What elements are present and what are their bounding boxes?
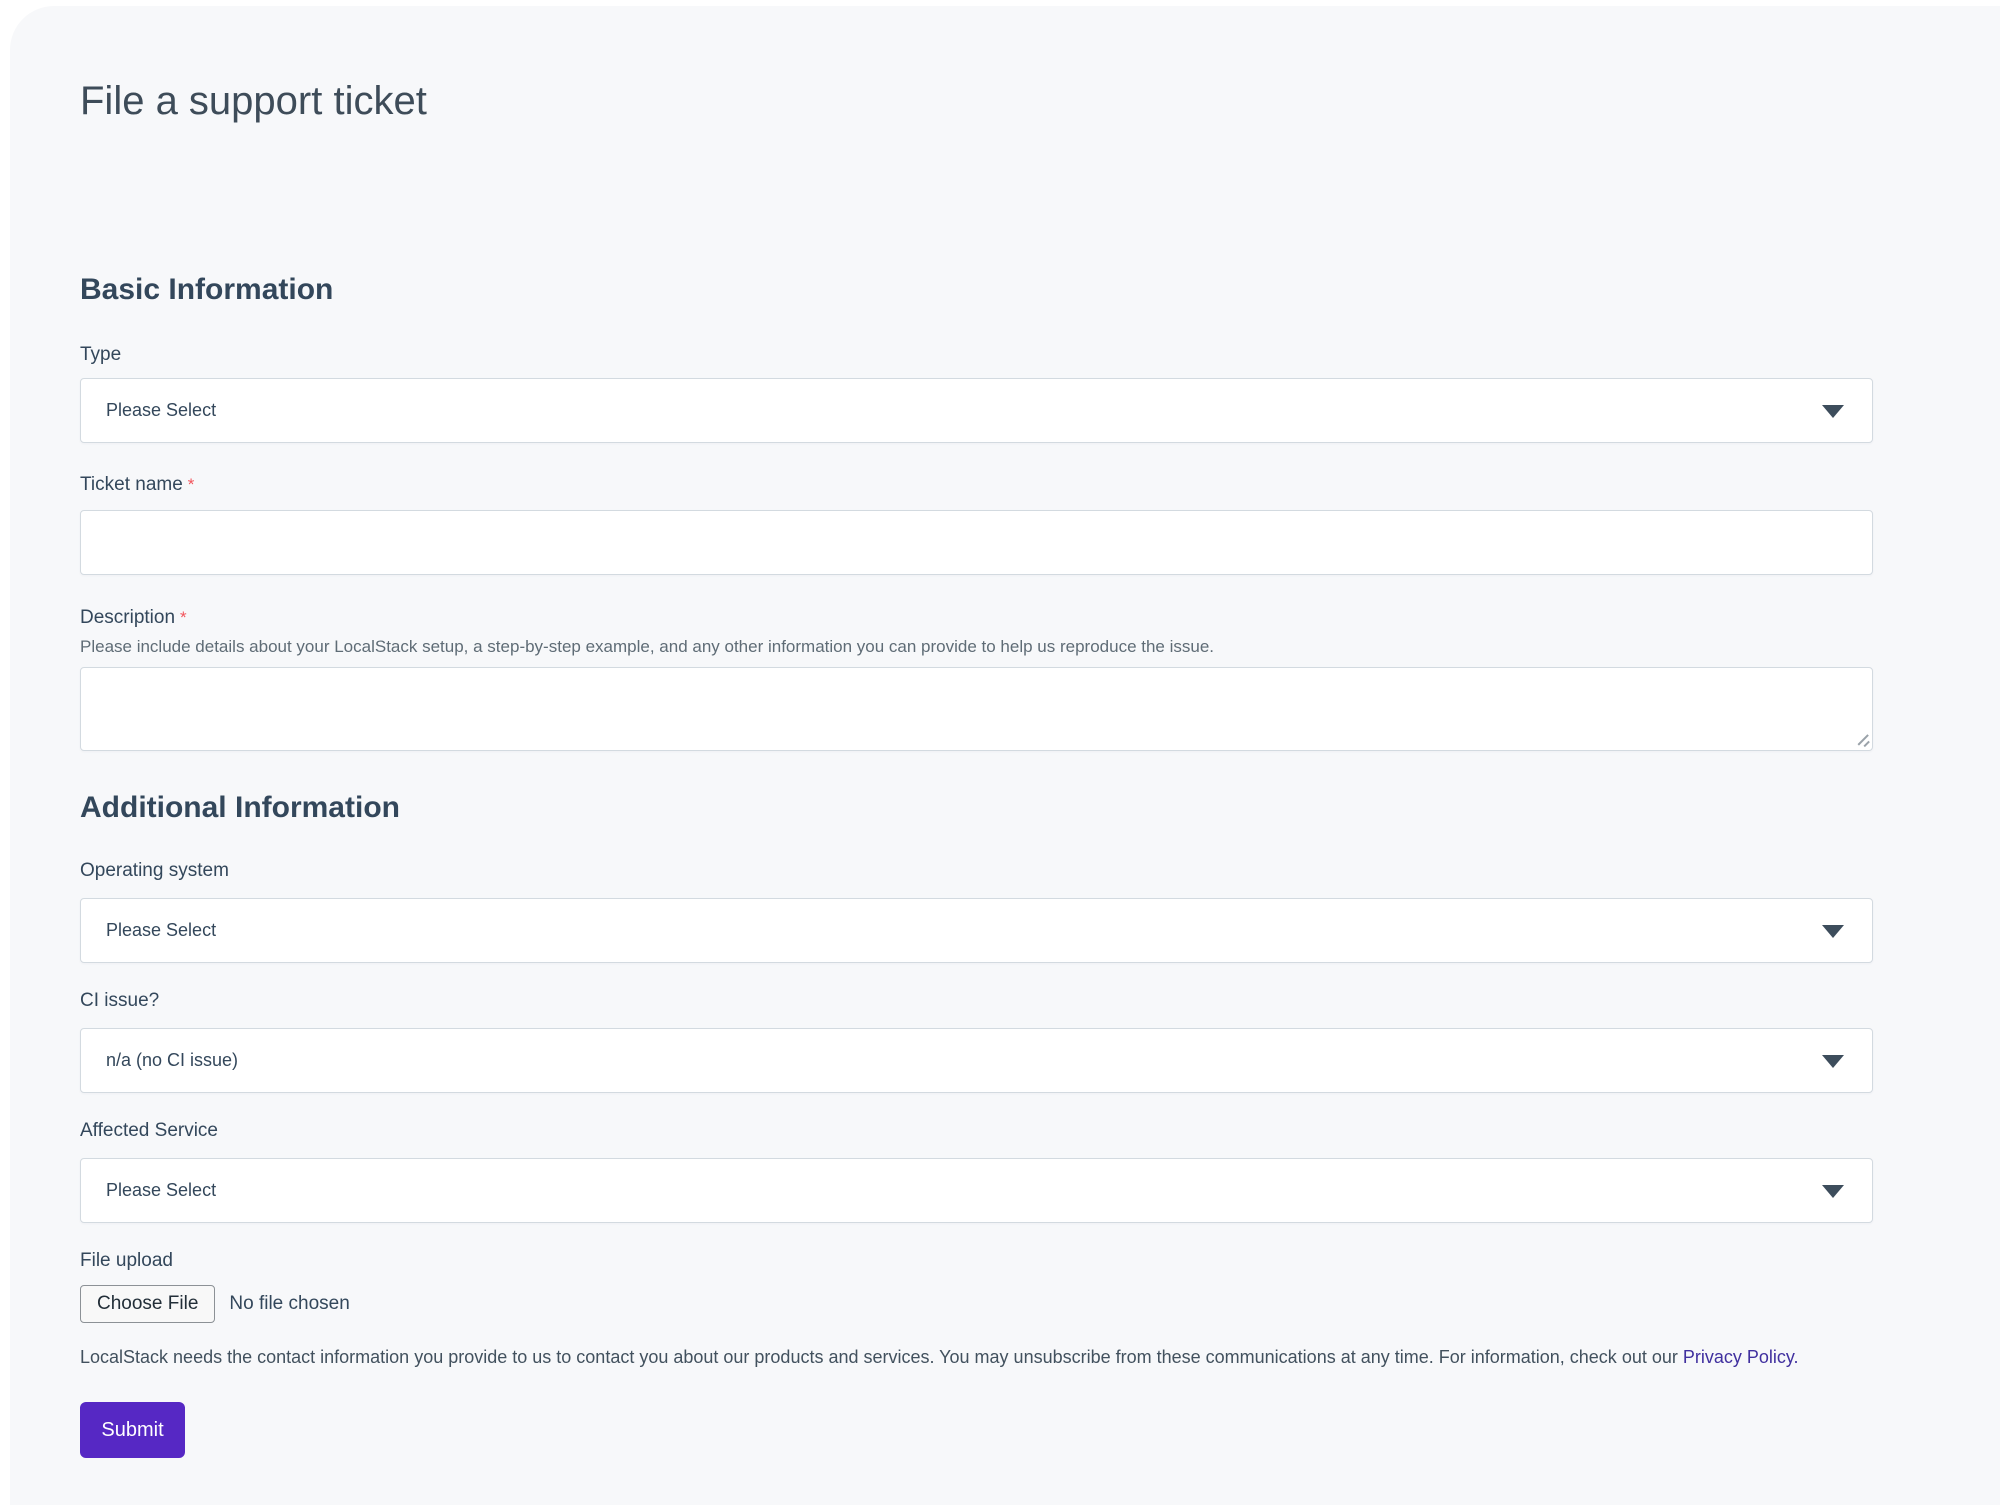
operating-system-select-value: Please Select (81, 920, 216, 941)
chevron-down-icon (1822, 925, 1844, 938)
ci-issue-select[interactable]: n/a (no CI issue) (80, 1028, 1873, 1093)
chevron-down-icon (1822, 405, 1844, 418)
file-upload-status: No file chosen (229, 1293, 349, 1315)
choose-file-button[interactable]: Choose File (80, 1285, 215, 1323)
description-field-wrap (80, 667, 1873, 751)
ci-issue-select-value: n/a (no CI issue) (81, 1050, 238, 1071)
ticket-name-input[interactable] (80, 510, 1873, 575)
ci-issue-label: CI issue? (80, 988, 1873, 1014)
file-upload-control: Choose File No file chosen (80, 1285, 1873, 1323)
description-label: Description* (80, 605, 1873, 631)
required-asterisk: * (188, 475, 195, 494)
chevron-down-icon (1822, 1185, 1844, 1198)
privacy-policy-link[interactable]: Privacy Policy. (1683, 1347, 1799, 1367)
section-heading-additional-information: Additional Information (80, 790, 1873, 826)
affected-service-label: Affected Service (80, 1118, 1873, 1144)
affected-service-select-value: Please Select (81, 1180, 216, 1201)
type-select-value: Please Select (81, 400, 216, 421)
affected-service-select[interactable]: Please Select (80, 1158, 1873, 1223)
page-title: File a support ticket (80, 78, 1873, 124)
chevron-down-icon (1822, 1055, 1844, 1068)
description-textarea[interactable] (80, 667, 1873, 751)
legal-text-body: LocalStack needs the contact information… (80, 1347, 1683, 1367)
type-label: Type (80, 342, 1873, 368)
operating-system-select[interactable]: Please Select (80, 898, 1873, 963)
section-heading-basic-information: Basic Information (80, 272, 1873, 308)
file-upload-label: File upload (80, 1248, 1873, 1274)
operating-system-label: Operating system (80, 858, 1873, 884)
ticket-name-label: Ticket name* (80, 472, 1873, 498)
support-ticket-form: File a support ticket Basic Information … (80, 0, 1873, 1458)
required-asterisk: * (180, 608, 187, 627)
type-select[interactable]: Please Select (80, 378, 1873, 443)
description-help-text: Please include details about your LocalS… (80, 635, 1873, 659)
legal-text: LocalStack needs the contact information… (80, 1345, 1873, 1369)
submit-button[interactable]: Submit (80, 1402, 185, 1458)
